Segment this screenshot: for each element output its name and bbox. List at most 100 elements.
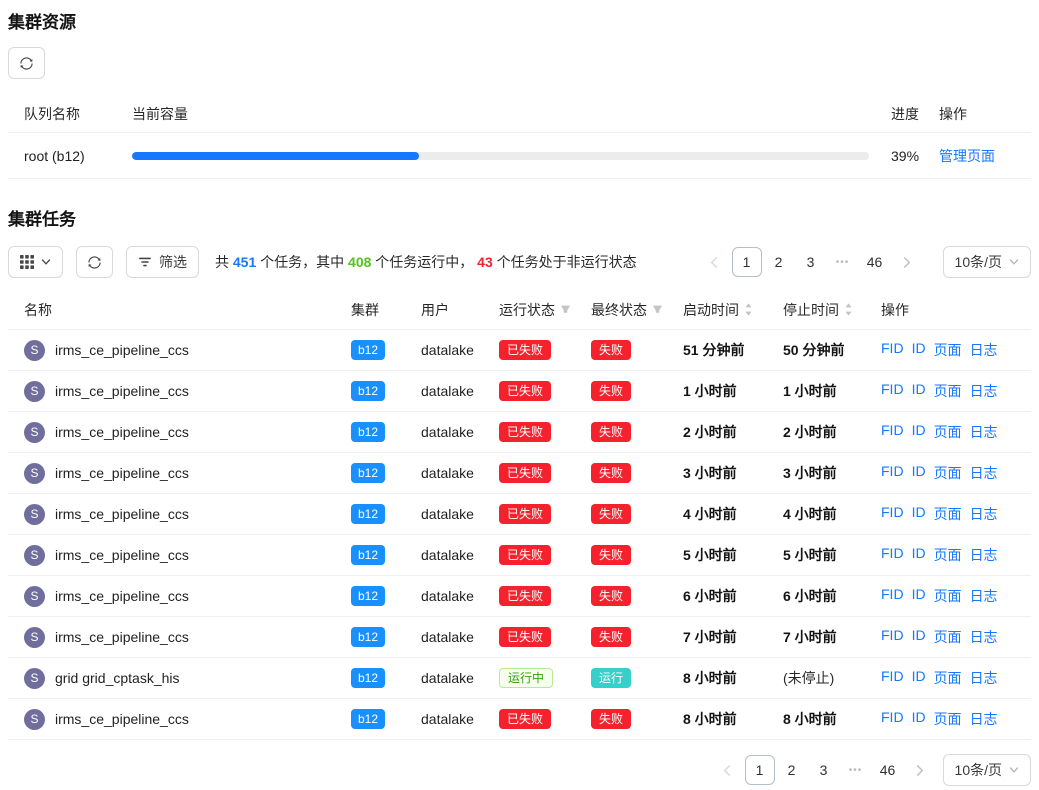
id-link[interactable]: ID (912, 709, 926, 729)
fid-link[interactable]: FID (881, 668, 904, 688)
log-link[interactable]: 日志 (970, 422, 998, 442)
fid-link[interactable]: FID (881, 381, 904, 401)
page-ellipsis[interactable]: ••• (841, 755, 871, 785)
progress-percent: 39% (891, 148, 939, 164)
page-link[interactable]: 页面 (934, 422, 962, 442)
spark-avatar: S (24, 381, 45, 402)
fid-link[interactable]: FID (881, 504, 904, 524)
manage-page-link[interactable]: 管理页面 (939, 148, 995, 164)
cluster-tag: b12 (351, 586, 385, 606)
chevron-down-icon (41, 257, 51, 267)
page-button-3[interactable]: 3 (796, 247, 826, 277)
start-time: 5 小时前 (683, 545, 783, 565)
page-link[interactable]: 页面 (934, 463, 962, 483)
page-size-select[interactable]: 10条/页 (943, 246, 1031, 278)
fid-link[interactable]: FID (881, 545, 904, 565)
page-button-2[interactable]: 2 (777, 755, 807, 785)
id-link[interactable]: ID (912, 340, 926, 360)
pagination-bottom: 1 2 3 ••• 46 (713, 755, 935, 785)
log-link[interactable]: 日志 (970, 504, 998, 524)
cluster-tag: b12 (351, 504, 385, 524)
running-count: 408 (348, 254, 371, 270)
log-link[interactable]: 日志 (970, 586, 998, 606)
page-link[interactable]: 页面 (934, 340, 962, 360)
prev-page-button[interactable] (700, 247, 730, 277)
id-link[interactable]: ID (912, 586, 926, 606)
id-link[interactable]: ID (912, 463, 926, 483)
start-time-sorter-icon[interactable] (744, 302, 753, 317)
summary-text: 共 (215, 254, 233, 270)
table-row: S irms_ce_pipeline_ccs b12 datalake 已失败 … (8, 494, 1031, 535)
fid-link[interactable]: FID (881, 340, 904, 360)
fid-link[interactable]: FID (881, 627, 904, 647)
id-link[interactable]: ID (912, 627, 926, 647)
columns-config-button[interactable] (8, 246, 63, 278)
id-link[interactable]: ID (912, 545, 926, 565)
resources-refresh-button[interactable] (8, 47, 45, 79)
user-name: datalake (421, 506, 499, 522)
page-link[interactable]: 页面 (934, 381, 962, 401)
run-status-tag: 已失败 (499, 381, 551, 401)
log-link[interactable]: 日志 (970, 463, 998, 483)
task-name: irms_ce_pipeline_ccs (55, 506, 189, 522)
page-button-last[interactable]: 46 (860, 247, 890, 277)
page-button-last[interactable]: 46 (873, 755, 903, 785)
log-link[interactable]: 日志 (970, 668, 998, 688)
spark-avatar: S (24, 340, 45, 361)
fid-link[interactable]: FID (881, 463, 904, 483)
page-button-1[interactable]: 1 (745, 755, 775, 785)
id-link[interactable]: ID (912, 422, 926, 442)
grid-icon (20, 255, 34, 269)
spark-avatar: S (24, 668, 45, 689)
id-link[interactable]: ID (912, 668, 926, 688)
page-button-2[interactable]: 2 (764, 247, 794, 277)
fid-link[interactable]: FID (881, 586, 904, 606)
page-link[interactable]: 页面 (934, 504, 962, 524)
col-header-progress: 进度 (891, 104, 939, 124)
log-link[interactable]: 日志 (970, 381, 998, 401)
run-status-tag: 已失败 (499, 586, 551, 606)
page-size-select[interactable]: 10条/页 (943, 754, 1031, 786)
stop-time-sorter-icon[interactable] (844, 302, 853, 317)
id-link[interactable]: ID (912, 504, 926, 524)
table-row: S irms_ce_pipeline_ccs b12 datalake 已失败 … (8, 371, 1031, 412)
user-name: datalake (421, 547, 499, 563)
id-link[interactable]: ID (912, 381, 926, 401)
stop-time-cell: 6 小时前 (783, 586, 881, 606)
page-ellipsis[interactable]: ••• (828, 247, 858, 277)
fid-link[interactable]: FID (881, 709, 904, 729)
log-link[interactable]: 日志 (970, 709, 998, 729)
final-status-tag: 失败 (591, 504, 631, 524)
run-status-tag: 运行中 (499, 668, 553, 688)
page-link[interactable]: 页面 (934, 627, 962, 647)
tasks-refresh-button[interactable] (76, 246, 113, 278)
log-link[interactable]: 日志 (970, 627, 998, 647)
final-status-filter-icon[interactable] (652, 304, 663, 315)
page-link[interactable]: 页面 (934, 668, 962, 688)
final-status-tag: 失败 (591, 545, 631, 565)
col-header-stop-time: 停止时间 (783, 300, 839, 320)
page-button-3[interactable]: 3 (809, 755, 839, 785)
page-link[interactable]: 页面 (934, 586, 962, 606)
run-status-tag: 已失败 (499, 504, 551, 524)
user-name: datalake (421, 711, 499, 727)
page-link[interactable]: 页面 (934, 709, 962, 729)
page-link[interactable]: 页面 (934, 545, 962, 565)
prev-page-button[interactable] (713, 755, 743, 785)
next-page-button[interactable] (892, 247, 922, 277)
filter-button[interactable]: 筛选 (126, 246, 199, 278)
start-time: 7 小时前 (683, 627, 783, 647)
stop-time-cell: (未停止) (783, 668, 881, 688)
filter-button-label: 筛选 (159, 252, 187, 272)
log-link[interactable]: 日志 (970, 545, 998, 565)
table-row: S irms_ce_pipeline_ccs b12 datalake 已失败 … (8, 412, 1031, 453)
failed-count: 43 (477, 254, 493, 270)
page-button-1[interactable]: 1 (732, 247, 762, 277)
run-status-filter-icon[interactable] (560, 304, 571, 315)
fid-link[interactable]: FID (881, 422, 904, 442)
spark-avatar: S (24, 422, 45, 443)
summary-text: 个任务，其中 (256, 254, 348, 270)
next-page-button[interactable] (905, 755, 935, 785)
chevron-down-icon (1009, 765, 1019, 775)
log-link[interactable]: 日志 (970, 340, 998, 360)
